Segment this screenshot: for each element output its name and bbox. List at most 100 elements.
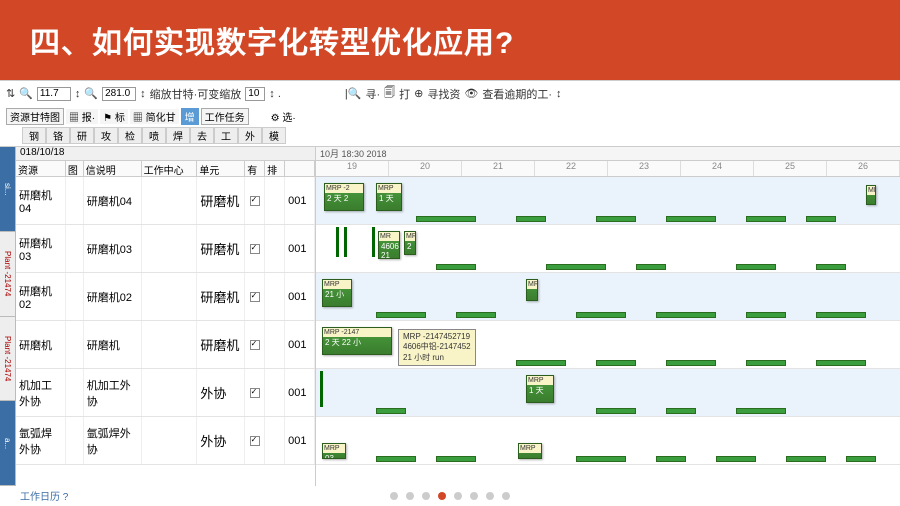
load-bar bbox=[746, 216, 786, 222]
table-row[interactable]: 研磨机03研磨机03研磨机001 bbox=[16, 225, 315, 273]
tab-9[interactable]: 外 bbox=[238, 127, 262, 144]
task-bar[interactable]: MRP1 天 bbox=[376, 183, 402, 211]
col-unit[interactable]: 单元 bbox=[197, 161, 245, 176]
dot[interactable] bbox=[422, 492, 430, 500]
tab-10[interactable]: 模 bbox=[262, 127, 286, 144]
gantt-chart[interactable]: 10月 18:30 2018 1920212223242526 MRP -22 … bbox=[316, 147, 900, 486]
task-bar[interactable]: MRP03 bbox=[322, 443, 346, 459]
table-row[interactable]: 氩弧焊外协氩弧焊外协外协001 bbox=[16, 417, 315, 465]
load-bar bbox=[596, 408, 636, 414]
col-img[interactable]: 图 bbox=[66, 161, 84, 176]
task-bar[interactable]: MR bbox=[526, 279, 538, 301]
gantt-row-5[interactable]: MRP03 MRP bbox=[316, 417, 900, 465]
table-row[interactable]: 机加工外协机加工外协外协001 bbox=[16, 369, 315, 417]
col-wc[interactable]: 工作中心 bbox=[142, 161, 198, 176]
view-simple[interactable]: ▦ 简化甘 bbox=[130, 109, 179, 124]
slide-dots bbox=[390, 492, 510, 500]
dot[interactable] bbox=[406, 492, 414, 500]
task-bar[interactable]: MRP21 小 bbox=[322, 279, 352, 307]
tiny-bar bbox=[344, 227, 347, 257]
view-report[interactable]: ▦ 报· bbox=[66, 109, 98, 124]
view-tasks[interactable]: 工作任务 bbox=[201, 108, 249, 125]
dot-active[interactable] bbox=[438, 492, 446, 500]
load-bar bbox=[736, 408, 786, 414]
col-pai[interactable]: 排 bbox=[265, 161, 285, 176]
dot[interactable] bbox=[502, 492, 510, 500]
tab-6[interactable]: 焊 bbox=[166, 127, 190, 144]
tab-2[interactable]: 研 bbox=[70, 127, 94, 144]
checkbox-icon[interactable] bbox=[250, 292, 260, 302]
load-bar bbox=[816, 312, 866, 318]
scale-input[interactable] bbox=[245, 87, 265, 101]
side-tab-2[interactable]: Plant -21474 bbox=[0, 317, 15, 402]
task-bar[interactable]: MR2 bbox=[404, 231, 416, 255]
find-btn[interactable]: 寻· bbox=[365, 86, 380, 102]
checkbox-icon[interactable] bbox=[250, 340, 260, 350]
gantt-row-2[interactable]: MRP21 小 MR bbox=[316, 273, 900, 321]
dot[interactable] bbox=[454, 492, 462, 500]
table-row[interactable]: 研磨机研磨机研磨机001 bbox=[16, 321, 315, 369]
checkbox-icon[interactable] bbox=[250, 388, 260, 398]
col-row[interactable] bbox=[285, 161, 315, 176]
tab-1[interactable]: 铬 bbox=[46, 127, 70, 144]
load-bar bbox=[666, 408, 696, 414]
dot[interactable] bbox=[390, 492, 398, 500]
load-bar bbox=[516, 360, 566, 366]
gantt-timestamp: 10月 18:30 2018 bbox=[316, 147, 900, 161]
col-you[interactable]: 有 bbox=[245, 161, 265, 176]
col-res[interactable]: 资源 bbox=[16, 161, 66, 176]
gantt-days: 1920212223242526 bbox=[316, 161, 900, 177]
gantt-row-4[interactable]: MRP1 天 bbox=[316, 369, 900, 417]
tab-3[interactable]: 攻 bbox=[94, 127, 118, 144]
tab-5[interactable]: 喷 bbox=[142, 127, 166, 144]
load-bar bbox=[636, 264, 666, 270]
table-row[interactable]: 研磨机04研磨机04研磨机001 bbox=[16, 177, 315, 225]
tab-0[interactable]: 钢 bbox=[22, 127, 46, 144]
checkbox-icon[interactable] bbox=[250, 196, 260, 206]
load-bar bbox=[666, 360, 716, 366]
checkbox-icon[interactable] bbox=[250, 436, 260, 446]
side-tab-3[interactable]: a... bbox=[0, 401, 15, 486]
zoom-icon-2[interactable]: 🔍 bbox=[84, 87, 98, 100]
task-bar[interactable]: MRP -22 天 2 bbox=[324, 183, 364, 211]
resource-grid: 018/10/18 资源 图 信说明 工作中心 单元 有 排 研磨机04研磨机0… bbox=[16, 147, 316, 486]
zoom2-input[interactable] bbox=[102, 87, 136, 101]
load-bar bbox=[546, 264, 606, 270]
tab-8[interactable]: 工 bbox=[214, 127, 238, 144]
task-bar[interactable]: MRP bbox=[518, 443, 542, 459]
find-res-btn[interactable]: 寻找资 bbox=[427, 86, 460, 102]
gantt-row-0[interactable]: MRP -22 天 2 MRP1 天 MR bbox=[316, 177, 900, 225]
task-bar[interactable]: MR4606 21 bbox=[378, 231, 400, 259]
load-bar bbox=[816, 264, 846, 270]
print-btn[interactable]: 打 bbox=[399, 86, 410, 102]
zoom-icon[interactable]: 🔍 bbox=[19, 87, 33, 100]
day-header: 24 bbox=[681, 161, 754, 176]
task-bar[interactable]: MRP1 天 bbox=[526, 375, 554, 403]
task-bar[interactable]: MR bbox=[866, 185, 876, 205]
tiny-bar bbox=[372, 227, 375, 257]
table-row[interactable]: 研磨机02研磨机02研磨机001 bbox=[16, 273, 315, 321]
view-add[interactable]: 增 bbox=[181, 108, 199, 125]
side-tab-0[interactable]: si... bbox=[0, 147, 15, 232]
load-bar bbox=[596, 360, 636, 366]
side-tab-1[interactable]: Plant -21474 bbox=[0, 232, 15, 317]
task-bar[interactable]: MRP -21472 天 22 小 bbox=[322, 327, 392, 355]
view-gantt[interactable]: 资源甘特图 bbox=[6, 108, 64, 125]
side-tabs: si... Plant -21474 Plant -21474 a... bbox=[0, 147, 16, 486]
dot[interactable] bbox=[486, 492, 494, 500]
load-bar bbox=[656, 312, 716, 318]
dot[interactable] bbox=[470, 492, 478, 500]
gantt-row-3[interactable]: MRP -21472 天 22 小 MRP -2147452719 4606中铝… bbox=[316, 321, 900, 369]
checkbox-icon[interactable] bbox=[250, 244, 260, 254]
gantt-row-1[interactable]: MR4606 21 MR2 bbox=[316, 225, 900, 273]
col-desc[interactable]: 信说明 bbox=[84, 161, 142, 176]
sort-icon[interactable]: ⇅ bbox=[6, 87, 15, 100]
load-bar bbox=[816, 360, 866, 366]
zoom1-input[interactable] bbox=[37, 87, 71, 101]
tab-7[interactable]: 去 bbox=[190, 127, 214, 144]
task-tooltip: MRP -2147452719 4606中铝-2147452 21 小时 run bbox=[398, 329, 476, 366]
tab-4[interactable]: 检 bbox=[118, 127, 142, 144]
view-flag[interactable]: ⚑ 标 bbox=[100, 109, 128, 124]
overdue-btn[interactable]: 查看逾期的工· bbox=[482, 86, 552, 102]
toolbar-zoom: ⇅ 🔍 ↕ 🔍 ↕ 缩放甘特·可变缩放 ↕ . |🔍 寻· 🗐 打 ⊕ 寻找资 … bbox=[0, 80, 900, 106]
